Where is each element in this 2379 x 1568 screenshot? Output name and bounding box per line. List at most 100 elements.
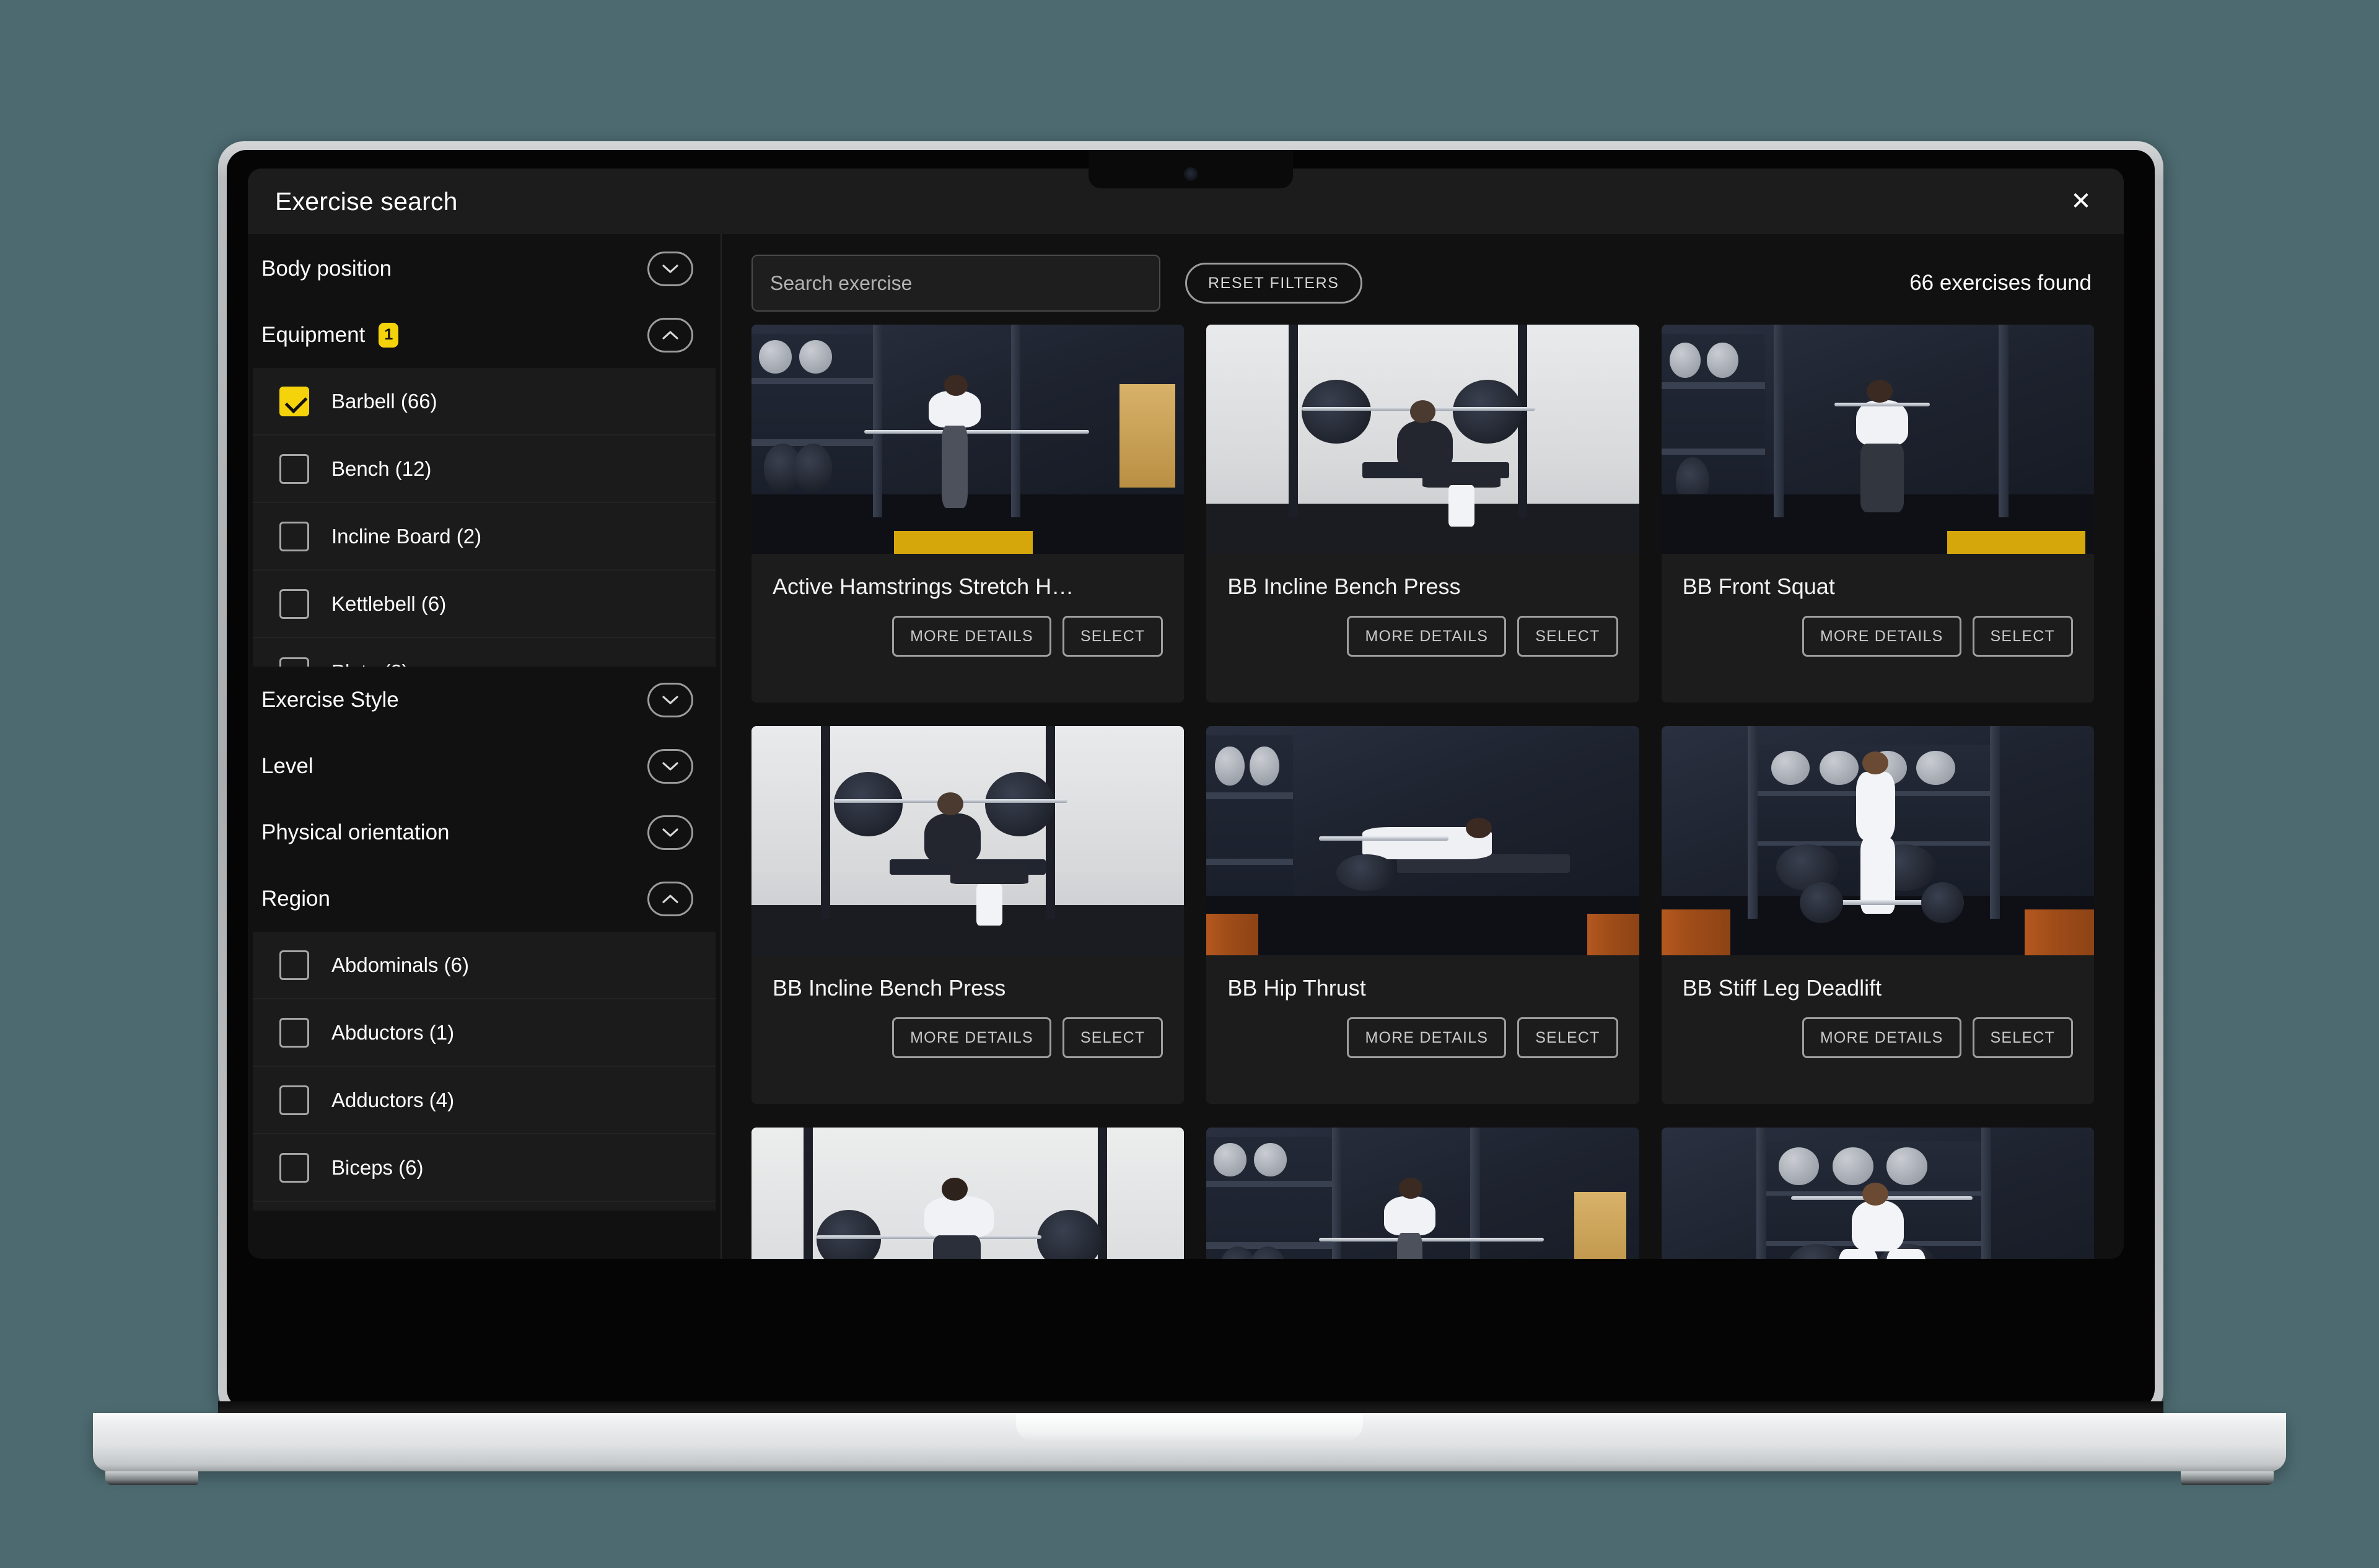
- filter-group-region: Region Abdominals (6): [248, 865, 721, 1211]
- exercise-card[interactable]: BB Incline Bench Press MORE DETAILS SELE…: [1206, 325, 1639, 703]
- app-body: Body position Equipment: [248, 234, 2124, 1259]
- chevron-down-icon[interactable]: [647, 749, 693, 784]
- exercise-card[interactable]: BB Curtsy Lunge MORE DETAILS SELECT: [1662, 1128, 2094, 1259]
- exercise-thumbnail: [1206, 726, 1639, 955]
- option-label: Abdominals (6): [331, 953, 469, 977]
- filter-title: Level: [261, 754, 313, 779]
- list-item[interactable]: Calf (4): [253, 1202, 716, 1211]
- chevron-down-icon[interactable]: [647, 252, 693, 286]
- select-button[interactable]: SELECT: [1062, 616, 1163, 657]
- list-item[interactable]: Plate (2): [253, 638, 716, 667]
- checkbox-adductors[interactable]: [279, 1085, 309, 1115]
- laptop-base: [93, 1413, 2286, 1471]
- card-actions: MORE DETAILS SELECT: [1662, 1001, 2094, 1058]
- checkbox-plate[interactable]: [279, 657, 309, 667]
- option-label: Plate (2): [331, 660, 409, 667]
- more-details-button[interactable]: MORE DETAILS: [1802, 1017, 1961, 1058]
- card-actions: MORE DETAILS SELECT: [1206, 600, 1639, 657]
- list-item[interactable]: Barbell (66): [253, 368, 716, 436]
- list-item[interactable]: Abdominals (6): [253, 932, 716, 999]
- exercise-card[interactable]: Active Hamstrings Stretch H… MORE DETAIL…: [751, 325, 1184, 703]
- more-details-button[interactable]: MORE DETAILS: [1802, 616, 1961, 657]
- checkbox-biceps[interactable]: [279, 1153, 309, 1183]
- option-label: Incline Board (2): [331, 525, 481, 548]
- checkbox-abdominals[interactable]: [279, 950, 309, 980]
- card-actions: MORE DETAILS SELECT: [751, 600, 1184, 657]
- status-badge: 1: [379, 323, 398, 348]
- filter-header-level[interactable]: Level: [248, 733, 721, 799]
- more-details-button[interactable]: MORE DETAILS: [1347, 1017, 1506, 1058]
- filter-options-region: Abdominals (6) Abductors (1) Adductors (…: [253, 932, 716, 1211]
- chevron-down-icon[interactable]: [647, 683, 693, 717]
- exercise-card[interactable]: BB Incline Bench Press MORE DETAILS SELE…: [751, 726, 1184, 1104]
- exercise-title: BB Incline Bench Press: [751, 955, 1184, 1001]
- exercise-title: BB Hip Thrust: [1206, 955, 1639, 1001]
- select-button[interactable]: SELECT: [1062, 1017, 1163, 1058]
- laptop-base-notch: [1016, 1413, 1363, 1440]
- more-details-button[interactable]: MORE DETAILS: [892, 616, 1051, 657]
- option-label: Bench (12): [331, 457, 431, 481]
- option-label: Abductors (1): [331, 1021, 454, 1045]
- filter-title: Equipment: [261, 323, 365, 348]
- search-input[interactable]: [751, 255, 1160, 312]
- checkbox-abductors[interactable]: [279, 1018, 309, 1048]
- more-details-button[interactable]: MORE DETAILS: [892, 1017, 1051, 1058]
- card-actions: MORE DETAILS SELECT: [1662, 600, 2094, 657]
- select-button[interactable]: SELECT: [1517, 616, 1618, 657]
- filter-header-physical-orientation[interactable]: Physical orientation: [248, 799, 721, 865]
- exercise-card[interactable]: BB Bent Over Row MORE DETAILS SELECT: [751, 1128, 1184, 1259]
- select-button[interactable]: SELECT: [1973, 1017, 2073, 1058]
- more-details-button[interactable]: MORE DETAILS: [1347, 616, 1506, 657]
- filter-title: Body position: [261, 256, 392, 281]
- chevron-up-icon[interactable]: [647, 318, 693, 353]
- filter-header-exercise-style[interactable]: Exercise Style: [248, 667, 721, 733]
- filter-group-body-position: Body position: [248, 235, 721, 302]
- filter-header-equipment[interactable]: Equipment 1: [248, 302, 721, 368]
- exercise-card[interactable]: BB Front Squat MORE DETAILS SELECT: [1662, 325, 2094, 703]
- exercise-title: Active Hamstrings Stretch H…: [751, 554, 1184, 600]
- screen-inner: Exercise search ✕ Body position: [227, 150, 2155, 1409]
- exercise-thumbnail: [751, 325, 1184, 554]
- filters-sidebar[interactable]: Body position Equipment: [248, 234, 722, 1259]
- checkbox-barbell[interactable]: [279, 387, 309, 416]
- exercise-card[interactable]: BB Stiff Leg Deadlift MORE DETAILS SELEC…: [1662, 726, 2094, 1104]
- select-button[interactable]: SELECT: [1517, 1017, 1618, 1058]
- filter-header-body-position[interactable]: Body position: [248, 235, 721, 302]
- screen-bezel: Exercise search ✕ Body position: [218, 141, 2163, 1417]
- list-item[interactable]: Adductors (4): [253, 1067, 716, 1134]
- exercise-card[interactable]: KB Active Hamstrings Stretc… MORE DETAIL…: [1206, 1128, 1639, 1259]
- exercise-thumbnail: [1662, 325, 2094, 554]
- filter-group-physical-orientation: Physical orientation: [248, 799, 721, 865]
- filter-header-region[interactable]: Region: [248, 865, 721, 932]
- card-actions: MORE DETAILS SELECT: [751, 1001, 1184, 1058]
- exercise-thumbnail: [751, 1128, 1184, 1259]
- filter-options-equipment: Barbell (66) Bench (12) Incline Board (2…: [253, 368, 716, 667]
- webcam-icon: [1184, 167, 1198, 181]
- chevron-up-icon[interactable]: [647, 882, 693, 916]
- filter-group-equipment: Equipment 1 Barbell (66): [248, 302, 721, 667]
- exercise-title: BB Incline Bench Press: [1206, 554, 1639, 600]
- checkbox-bench[interactable]: [279, 454, 309, 484]
- exercise-thumbnail: [1662, 726, 2094, 955]
- exercise-card[interactable]: BB Hip Thrust MORE DETAILS SELECT: [1206, 726, 1639, 1104]
- card-actions: MORE DETAILS SELECT: [1206, 1001, 1639, 1058]
- list-item[interactable]: Bench (12): [253, 436, 716, 503]
- laptop-notch: [1089, 150, 1293, 188]
- checkbox-kettlebell[interactable]: [279, 589, 309, 619]
- select-button[interactable]: SELECT: [1973, 616, 2073, 657]
- option-label: Biceps (6): [331, 1156, 424, 1180]
- toolbar: RESET FILTERS 66 exercises found: [722, 234, 2124, 311]
- exercise-title: BB Stiff Leg Deadlift: [1662, 955, 2094, 1001]
- reset-filters-button[interactable]: RESET FILTERS: [1185, 263, 1362, 304]
- list-item[interactable]: Incline Board (2): [253, 503, 716, 571]
- filter-group-level: Level: [248, 733, 721, 799]
- option-label: Kettlebell (6): [331, 592, 446, 616]
- list-item[interactable]: Abductors (1): [253, 999, 716, 1067]
- checkbox-incline-board[interactable]: [279, 522, 309, 551]
- list-item[interactable]: Biceps (6): [253, 1134, 716, 1202]
- exercise-grid: Active Hamstrings Stretch H… MORE DETAIL…: [722, 311, 2124, 1259]
- chevron-down-icon[interactable]: [647, 815, 693, 850]
- laptop-frame: Exercise search ✕ Body position: [218, 141, 2163, 1417]
- close-icon[interactable]: ✕: [2062, 182, 2100, 221]
- list-item[interactable]: Kettlebell (6): [253, 571, 716, 638]
